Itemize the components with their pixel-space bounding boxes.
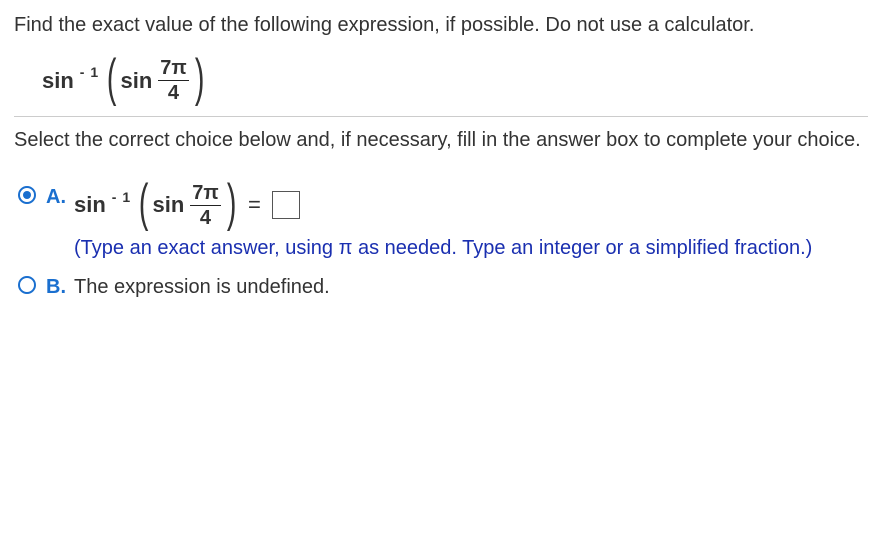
inner-function: sin — [120, 66, 152, 96]
radio-B[interactable] — [18, 276, 36, 294]
question-prompt: Find the exact value of the following ex… — [14, 12, 868, 39]
fraction-numerator: 7π — [190, 183, 220, 205]
answer-input[interactable] — [272, 191, 300, 219]
radio-A[interactable] — [18, 186, 36, 204]
choice-letter-A: A. — [46, 182, 74, 211]
left-paren: ( — [139, 180, 149, 227]
outer-function: sin — [74, 190, 106, 220]
fraction-denominator: 4 — [198, 206, 213, 228]
choice-A-expression: sin - 1 ( sin 7π 4 ) = — [74, 182, 300, 229]
outer-function: sin — [42, 66, 74, 96]
left-paren: ( — [107, 55, 117, 102]
fraction-numerator: 7π — [158, 58, 188, 80]
fraction: 7π 4 — [190, 183, 220, 228]
choice-A-hint: (Type an exact answer, using π as needed… — [74, 235, 868, 262]
inner-function: sin — [152, 190, 184, 220]
fraction-denominator: 4 — [166, 81, 181, 103]
instruction-text: Select the correct choice below and, if … — [14, 127, 868, 154]
exponent: - 1 — [80, 63, 99, 82]
main-expression: sin - 1 ( sin 7π 4 ) — [42, 57, 868, 104]
exponent: - 1 — [112, 188, 131, 207]
choice-A[interactable]: A. sin - 1 ( sin 7π 4 ) = (Type an exact… — [18, 182, 868, 262]
right-paren: ) — [227, 180, 237, 227]
choice-B[interactable]: B. The expression is undefined. — [18, 272, 868, 301]
fraction: 7π 4 — [158, 58, 188, 103]
equals-sign: = — [248, 190, 261, 220]
divider — [14, 116, 868, 117]
choice-letter-B: B. — [46, 272, 74, 301]
choice-B-text: The expression is undefined. — [74, 272, 868, 301]
right-paren: ) — [195, 55, 205, 102]
